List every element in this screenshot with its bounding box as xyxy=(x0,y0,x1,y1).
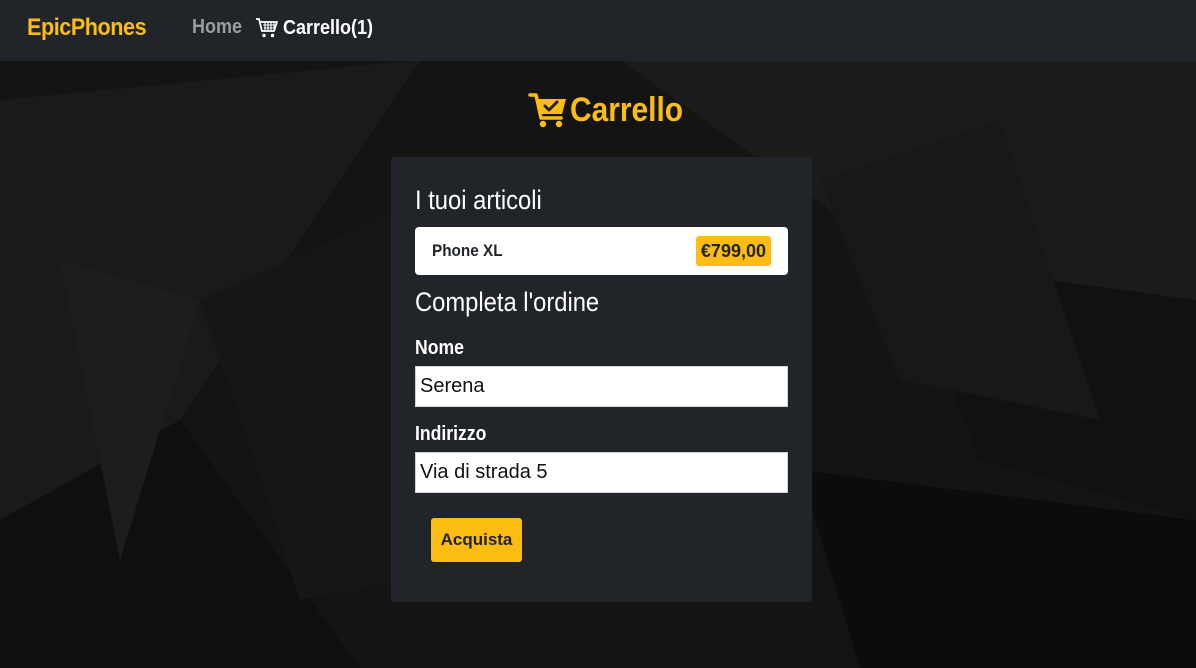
cart-card: I tuoi articoli Phone XL €799,00 Complet… xyxy=(391,157,812,602)
cart-item-name: Phone XL xyxy=(432,241,503,260)
page-title: Carrello xyxy=(570,90,684,129)
page-heading: Carrello xyxy=(528,90,699,130)
nav-cart-label: Carrello(1) xyxy=(283,16,374,39)
top-navbar: EpicPhones Home Carrello(1) xyxy=(0,0,1196,61)
shopping-cart-icon xyxy=(256,18,278,38)
address-label: Indirizzo xyxy=(415,423,487,445)
cart-item-row: Phone XL €799,00 xyxy=(415,227,788,275)
buy-button[interactable]: Acquista xyxy=(431,518,522,562)
name-label: Nome xyxy=(415,337,464,359)
cart-items-heading: I tuoi articoli xyxy=(415,185,542,215)
nav-cart-link[interactable]: Carrello(1) xyxy=(255,15,383,41)
name-input[interactable] xyxy=(415,366,788,407)
order-form-heading: Completa l'ordine xyxy=(415,287,600,317)
brand-logo[interactable]: EpicPhones xyxy=(27,14,147,42)
address-input[interactable] xyxy=(415,452,788,493)
cart-item-price-badge: €799,00 xyxy=(695,236,771,266)
cart-check-icon xyxy=(528,93,566,128)
nav-home-link[interactable]: Home xyxy=(192,16,242,39)
